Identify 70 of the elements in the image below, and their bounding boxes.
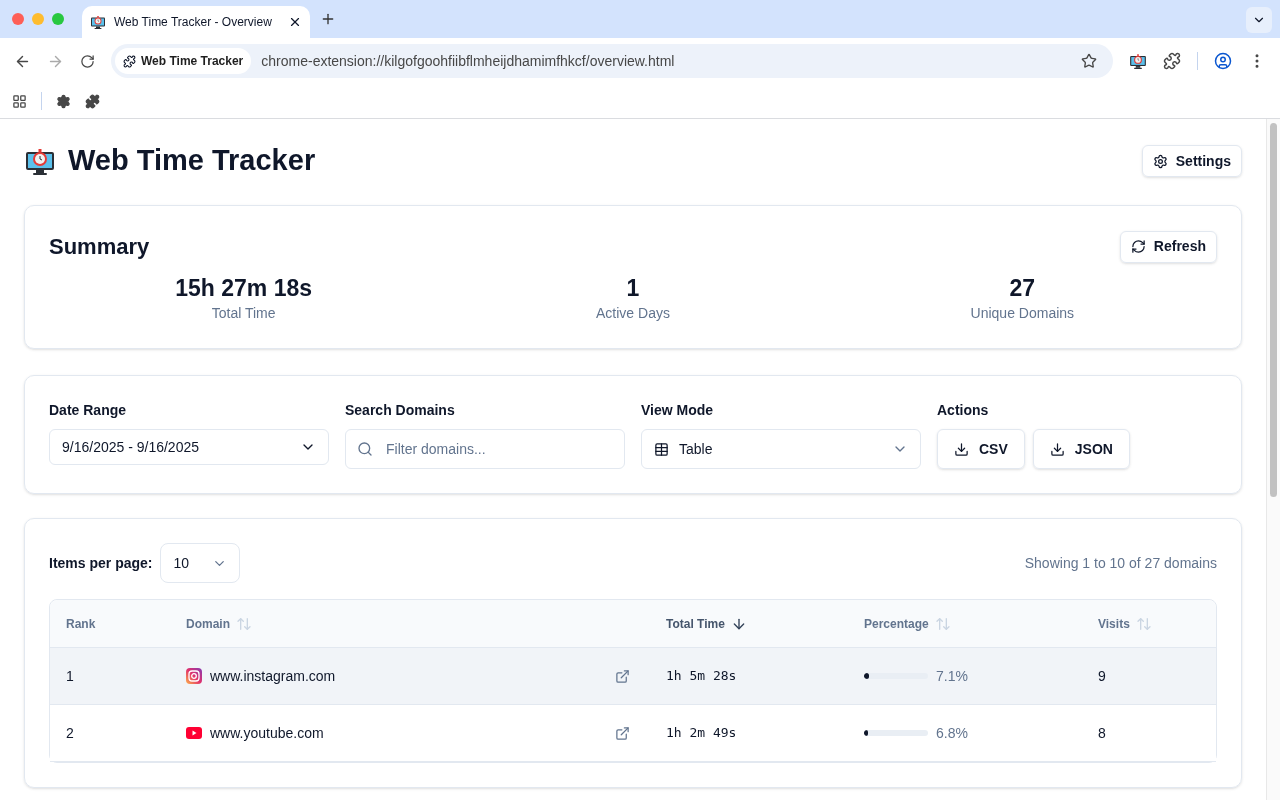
stat-label: Total Time [211,304,276,323]
stat-label: Active Days [596,304,670,323]
play-icon [186,727,202,739]
settings-icon[interactable] [56,93,71,109]
close-tab-icon[interactable] [288,15,302,29]
url-text: chrome-extension://kilgofgoohfiibflmheijdhamimfhkcf/overview.html [261,51,676,71]
sort-icon [1135,615,1152,632]
items-per-page-select[interactable]: 10 [160,543,241,583]
settings-icon [1152,153,1168,169]
domain-link[interactable]: www.youtube.com [210,722,607,744]
time-cell-text: 1h 5m 28s [665,667,738,686]
rank-cell-text: 1 [65,666,75,686]
field-label: View Mode [641,401,715,420]
reload-icon[interactable] [80,53,95,69]
view-mode-select[interactable]: Table [641,429,921,469]
tab-search-button[interactable] [1246,7,1272,33]
table-icon [654,441,669,457]
profile-icon[interactable] [1214,52,1232,70]
summary-title: Summary [49,233,150,261]
export-button[interactable]: JSON [1032,429,1130,469]
field-label: Search Domains [345,401,456,420]
field-label: Date Range [49,401,128,420]
rank-cell-text: 2 [65,723,75,743]
search-icon [357,441,373,457]
field-label: Actions [937,401,990,420]
download-icon [954,441,969,457]
date-range-select[interactable]: 9/16/2025 - 9/16/2025 [49,429,329,465]
refresh-button[interactable]: Refresh [1119,230,1217,263]
browser-tab[interactable]: Web Time Tracker - Overview [82,6,310,38]
refresh-icon [1130,239,1146,254]
external-link-icon[interactable] [615,725,630,741]
tab-title: Web Time Tracker - Overview [114,14,273,31]
sort-icon [934,615,951,632]
search-field[interactable]: Filter domains... [345,429,625,469]
puzzle-icon[interactable] [85,93,100,109]
monitor-icon [90,14,106,30]
column-header[interactable]: Total Time [666,614,747,633]
stat-label: Unique Domains [970,304,1075,323]
address-bar[interactable]: Web Time Tracker chrome-extension://kilgofgoohfiibflmheijdhamimfhkcf/overview.html [111,44,1113,78]
export-button[interactable]: CSV [937,429,1025,469]
download-icon [1049,441,1065,457]
apps-grid-icon[interactable] [12,93,27,109]
external-link-icon[interactable] [615,668,630,684]
puzzle-icon [123,54,136,68]
time-cell-text: 1h 2m 49s [665,724,738,743]
settings-button[interactable]: Settings [1141,145,1242,177]
scrollbar[interactable] [1266,119,1280,800]
stat-value: 15h 27m 18s [175,274,313,303]
percentage-text: 6.8% [936,723,968,743]
site-chip[interactable]: Web Time Tracker [115,48,252,74]
bookmark-star-icon[interactable] [1081,53,1097,69]
column-header[interactable]: Percentage [864,614,951,633]
column-header[interactable]: Visits [1098,614,1152,633]
column-header[interactable]: Domain [186,614,252,633]
new-tab-icon[interactable] [320,11,336,27]
pagination-summary: Showing 1 to 10 of 27 domains [1024,553,1217,573]
page-title: Web Time Tracker [68,143,316,179]
table-row[interactable]: 1 www.instagram.com 1h 5m 28s 7.1% 9 [50,648,1216,705]
stat-value: 1 [626,274,640,303]
items-per-page-label: Items per page: [49,553,153,573]
extensions-icon[interactable] [1163,52,1181,70]
sort-icon [236,615,252,632]
column-header[interactable]: Rank [66,614,96,633]
visits-cell-text: 9 [1097,666,1107,686]
visits-cell-text: 8 [1097,723,1107,743]
stat-value: 27 [1009,274,1036,303]
camera-icon [186,668,202,684]
domain-link[interactable]: www.instagram.com [210,665,607,687]
percentage-text: 7.1% [936,666,968,686]
extension-monitor-icon [1129,52,1147,70]
